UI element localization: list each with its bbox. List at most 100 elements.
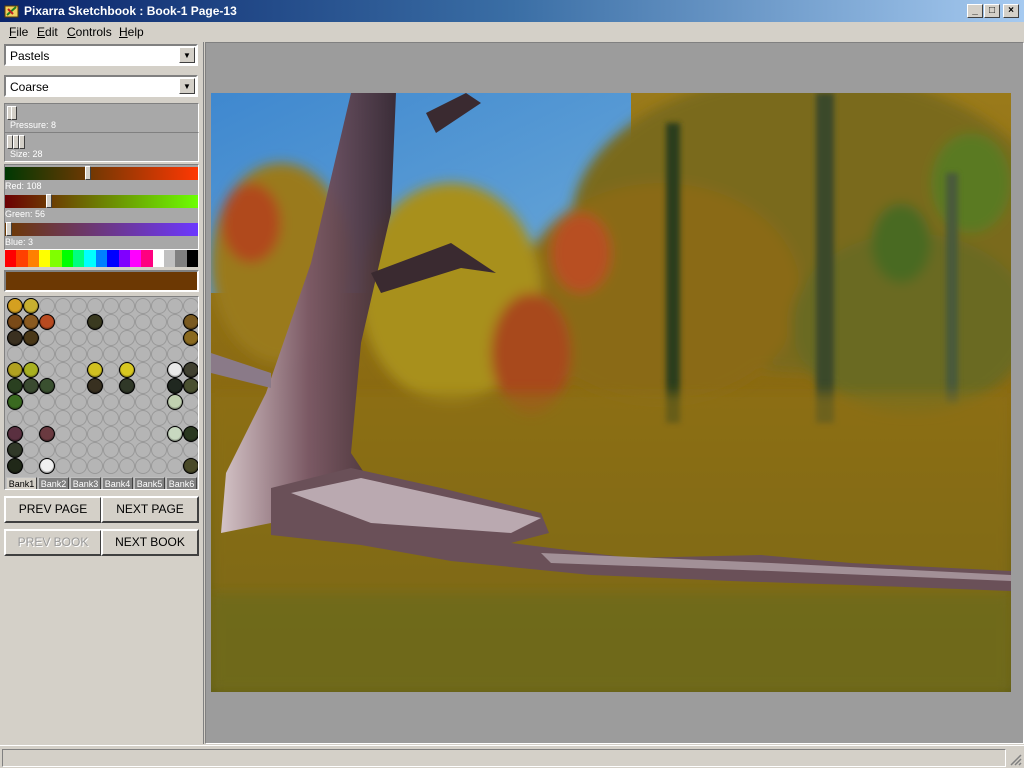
color-bank-empty-slot[interactable] <box>119 298 135 314</box>
color-bank-empty-slot[interactable] <box>87 458 103 474</box>
color-bank-swatch[interactable] <box>119 362 135 378</box>
color-bank-empty-slot[interactable] <box>119 442 135 458</box>
size-slider[interactable]: Size: 28 <box>4 132 199 162</box>
color-bank-swatch[interactable] <box>39 458 55 474</box>
color-bank-empty-slot[interactable] <box>183 346 198 362</box>
bank-tab-3[interactable]: Bank3 <box>70 477 101 489</box>
color-bank-empty-slot[interactable] <box>103 378 119 394</box>
bank-tab-1[interactable]: Bank1 <box>6 477 37 489</box>
color-bank-empty-slot[interactable] <box>183 442 198 458</box>
menu-controls[interactable]: Controls <box>67 25 112 39</box>
color-bank-swatch[interactable] <box>183 378 198 394</box>
color-bank-empty-slot[interactable] <box>55 362 71 378</box>
color-bank-empty-slot[interactable] <box>39 362 55 378</box>
color-bank-empty-slot[interactable] <box>151 410 167 426</box>
color-bank-empty-slot[interactable] <box>151 330 167 346</box>
bank-tab-2[interactable]: Bank2 <box>38 477 69 489</box>
color-bank-swatch[interactable] <box>183 314 198 330</box>
pressure-slider[interactable]: Pressure: 8 <box>4 103 199 133</box>
palette-swatch[interactable] <box>5 250 16 267</box>
menu-file[interactable]: File <box>9 25 28 39</box>
color-bank-empty-slot[interactable] <box>135 426 151 442</box>
color-bank-empty-slot[interactable] <box>39 298 55 314</box>
color-bank-empty-slot[interactable] <box>87 330 103 346</box>
color-bank-empty-slot[interactable] <box>23 410 39 426</box>
color-bank-empty-slot[interactable] <box>103 314 119 330</box>
color-bank-swatch[interactable] <box>183 426 198 442</box>
color-bank-empty-slot[interactable] <box>119 330 135 346</box>
color-bank-empty-slot[interactable] <box>151 442 167 458</box>
texture-select[interactable]: Coarse ▼ <box>4 75 198 97</box>
close-button[interactable]: × <box>1003 4 1019 18</box>
color-bank-empty-slot[interactable] <box>87 394 103 410</box>
color-bank-empty-slot[interactable] <box>135 314 151 330</box>
prev-book-button[interactable]: PREV BOOK <box>4 529 102 556</box>
color-bank-empty-slot[interactable] <box>119 410 135 426</box>
red-slider[interactable] <box>5 167 198 180</box>
prev-page-button[interactable]: PREV PAGE <box>4 496 102 523</box>
color-bank-empty-slot[interactable] <box>119 458 135 474</box>
color-bank-swatch[interactable] <box>7 298 23 314</box>
color-bank-empty-slot[interactable] <box>7 346 23 362</box>
color-bank-empty-slot[interactable] <box>55 410 71 426</box>
color-bank-empty-slot[interactable] <box>167 442 183 458</box>
minimize-button[interactable]: _ <box>967 4 983 18</box>
color-bank-empty-slot[interactable] <box>151 394 167 410</box>
color-bank-empty-slot[interactable] <box>23 394 39 410</box>
color-bank-empty-slot[interactable] <box>135 362 151 378</box>
color-bank-empty-slot[interactable] <box>151 458 167 474</box>
color-bank-empty-slot[interactable] <box>103 458 119 474</box>
color-bank-empty-slot[interactable] <box>39 346 55 362</box>
color-bank-empty-slot[interactable] <box>7 410 23 426</box>
color-bank-swatch[interactable] <box>7 458 23 474</box>
color-bank-empty-slot[interactable] <box>135 394 151 410</box>
color-bank-empty-slot[interactable] <box>71 442 87 458</box>
color-bank-empty-slot[interactable] <box>103 330 119 346</box>
color-bank-empty-slot[interactable] <box>71 426 87 442</box>
palette-swatch[interactable] <box>164 250 175 267</box>
color-bank-empty-slot[interactable] <box>87 298 103 314</box>
color-bank-empty-slot[interactable] <box>55 298 71 314</box>
color-bank-swatch[interactable] <box>87 362 103 378</box>
palette-swatch[interactable] <box>107 250 119 267</box>
color-bank-empty-slot[interactable] <box>55 330 71 346</box>
color-bank-swatch[interactable] <box>23 298 39 314</box>
color-bank-empty-slot[interactable] <box>87 426 103 442</box>
palette-swatch[interactable] <box>96 250 107 267</box>
color-bank-empty-slot[interactable] <box>87 410 103 426</box>
next-page-button[interactable]: NEXT PAGE <box>101 496 199 523</box>
color-bank-empty-slot[interactable] <box>39 394 55 410</box>
color-bank-empty-slot[interactable] <box>71 362 87 378</box>
color-bank-swatch[interactable] <box>167 394 183 410</box>
color-bank-empty-slot[interactable] <box>39 442 55 458</box>
color-bank-empty-slot[interactable] <box>183 394 198 410</box>
color-bank-empty-slot[interactable] <box>87 442 103 458</box>
color-bank-empty-slot[interactable] <box>87 346 103 362</box>
color-bank-swatch[interactable] <box>7 330 23 346</box>
palette-swatch[interactable] <box>187 250 198 267</box>
palette-swatch[interactable] <box>119 250 130 267</box>
color-bank-empty-slot[interactable] <box>23 426 39 442</box>
bank-tab-5[interactable]: Bank5 <box>134 477 165 489</box>
color-bank-empty-slot[interactable] <box>135 458 151 474</box>
palette-swatch[interactable] <box>50 250 62 267</box>
menu-edit[interactable]: Edit <box>37 25 58 39</box>
color-bank-empty-slot[interactable] <box>151 426 167 442</box>
color-bank-swatch[interactable] <box>7 314 23 330</box>
color-bank-empty-slot[interactable] <box>71 330 87 346</box>
color-bank-empty-slot[interactable] <box>119 394 135 410</box>
color-bank-empty-slot[interactable] <box>151 346 167 362</box>
color-bank-swatch[interactable] <box>7 394 23 410</box>
chevron-down-icon[interactable]: ▼ <box>179 78 195 94</box>
color-bank-empty-slot[interactable] <box>135 378 151 394</box>
color-bank-empty-slot[interactable] <box>103 394 119 410</box>
color-bank-swatch[interactable] <box>23 378 39 394</box>
palette-swatch[interactable] <box>16 250 28 267</box>
color-bank-swatch[interactable] <box>7 442 23 458</box>
palette-swatch[interactable] <box>153 250 164 267</box>
color-bank-swatch[interactable] <box>119 378 135 394</box>
color-bank-swatch[interactable] <box>39 426 55 442</box>
color-bank-empty-slot[interactable] <box>151 378 167 394</box>
color-bank-empty-slot[interactable] <box>183 298 198 314</box>
red-slider-thumb[interactable] <box>85 166 91 180</box>
